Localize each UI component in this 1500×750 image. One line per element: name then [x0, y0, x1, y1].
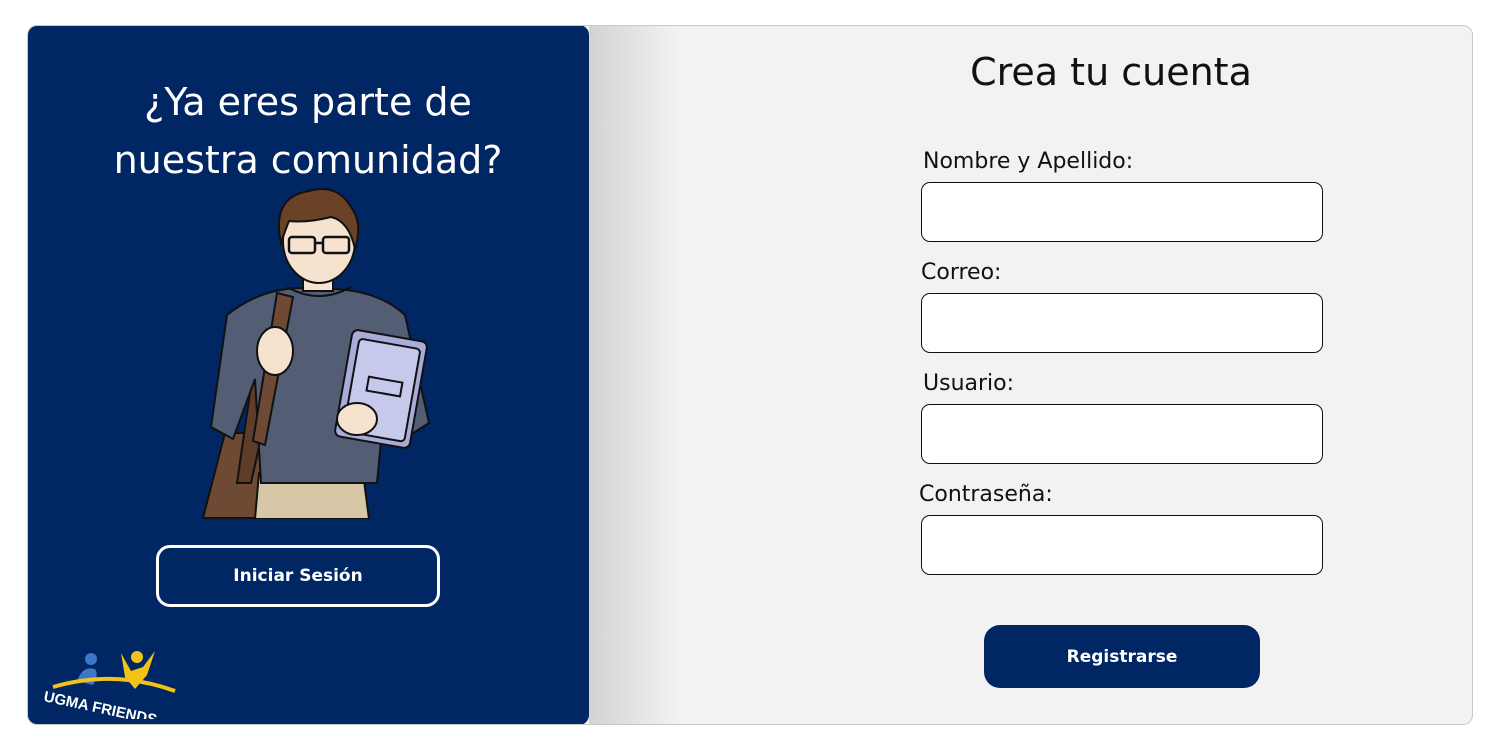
email-input[interactable] — [921, 293, 1323, 353]
password-input[interactable] — [921, 515, 1323, 575]
student-illustration — [201, 188, 431, 519]
panel-shadow — [589, 26, 679, 724]
login-promo-panel: ¿Ya eres parte de nuestra comunidad? Ini… — [28, 26, 589, 724]
full-name-label: Nombre y Apellido: — [923, 149, 1134, 174]
form-title: Crea tu cuenta — [970, 50, 1252, 94]
register-button[interactable]: Registrarse — [984, 625, 1260, 688]
ugma-friends-logo: UGMA FRIENDS — [39, 647, 189, 724]
email-label: Correo: — [921, 260, 1002, 285]
ugma-friends-logo-icon: UGMA FRIENDS — [42, 651, 176, 724]
username-input[interactable] — [921, 404, 1323, 464]
username-label: Usuario: — [923, 371, 1015, 396]
ugma-friends-logo-text: UGMA FRIENDS — [42, 688, 158, 719]
promo-heading-line2: nuestra comunidad? — [113, 138, 503, 182]
promo-heading-line1: ¿Ya eres parte de — [144, 80, 472, 124]
register-card: ¿Ya eres parte de nuestra comunidad? Ini… — [27, 25, 1473, 725]
password-label: Contraseña: — [919, 482, 1053, 507]
full-name-input[interactable] — [921, 182, 1323, 242]
promo-heading: ¿Ya eres parte de nuestra comunidad? — [28, 73, 589, 189]
login-button[interactable]: Iniciar Sesión — [156, 545, 440, 607]
